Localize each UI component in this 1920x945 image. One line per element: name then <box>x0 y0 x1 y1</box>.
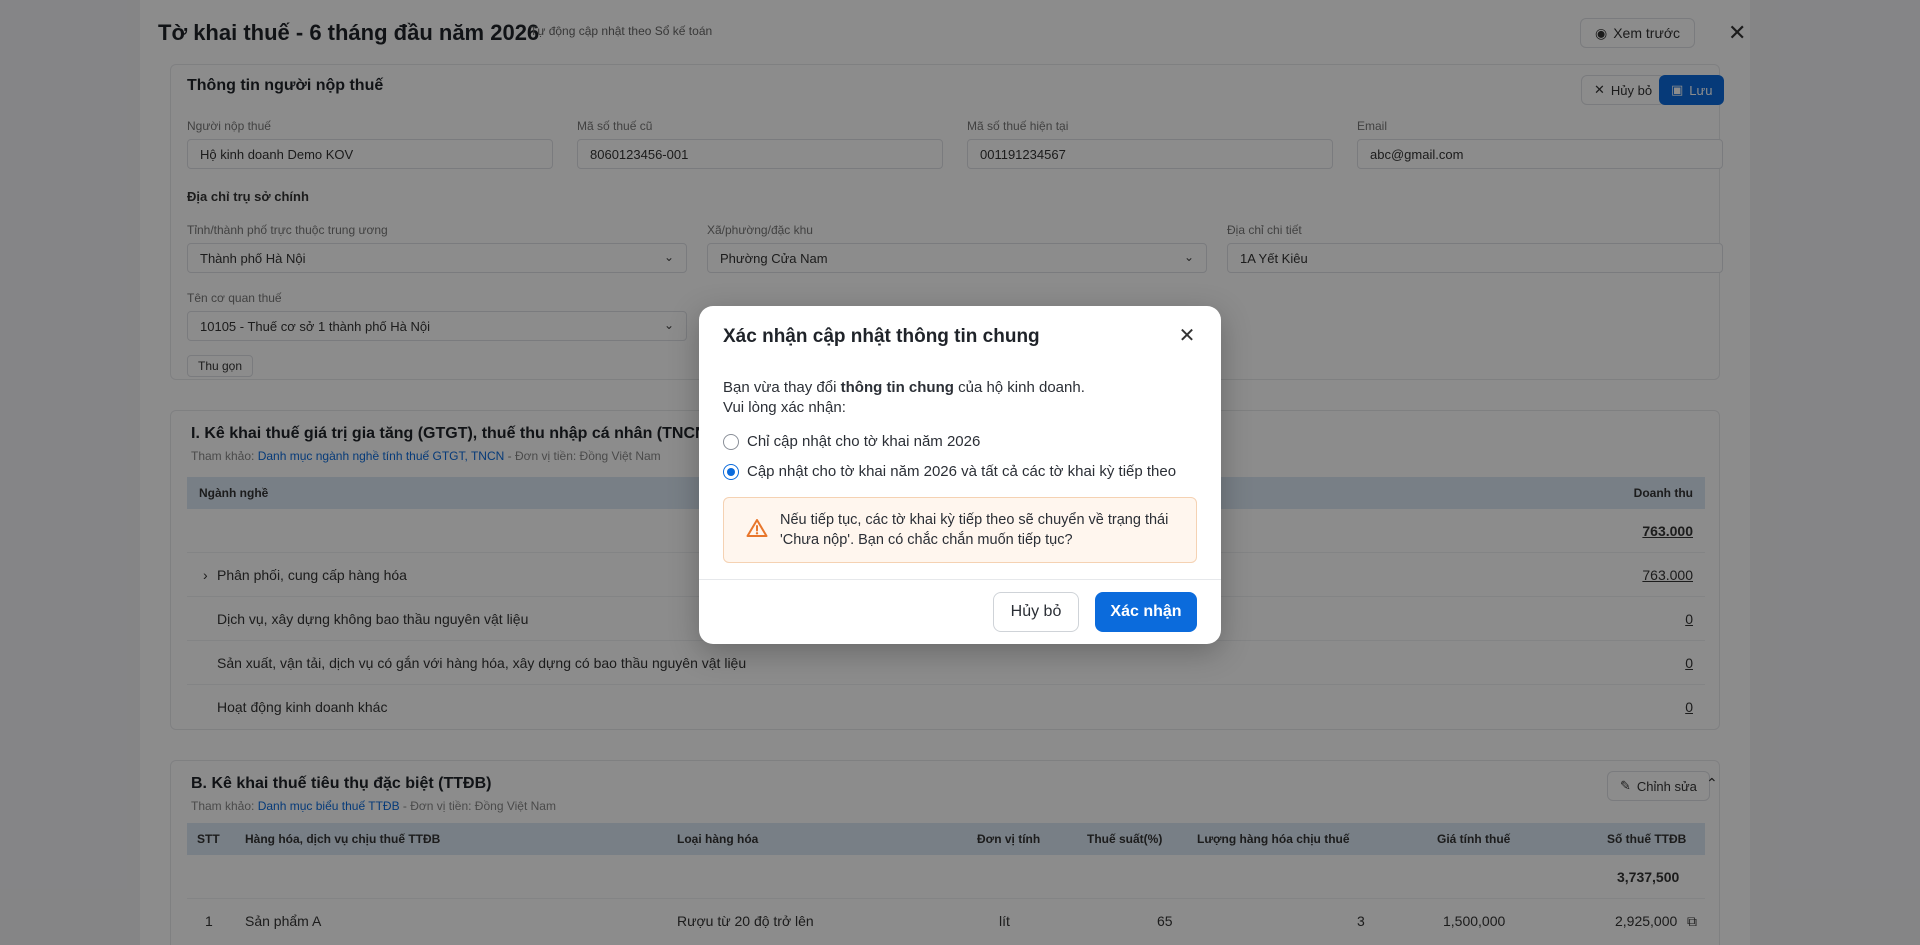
page: Tờ khai thuế - 6 tháng đầu năm 2026 Tự đ… <box>0 0 1920 945</box>
option-current-year[interactable]: Chỉ cập nhật cho tờ khai năm 2026 <box>723 433 980 450</box>
warning-text: Nếu tiếp tục, các tờ khai kỳ tiếp theo s… <box>780 512 1169 548</box>
divider <box>699 579 1221 580</box>
message-prefix: Bạn vừa thay đổi <box>723 379 841 396</box>
cancel-button[interactable]: Hủy bỏ <box>993 592 1079 632</box>
option1-label: Chỉ cập nhật cho tờ khai năm 2026 <box>747 433 981 450</box>
option-all-future[interactable]: Cập nhật cho tờ khai năm 2026 và tất cả … <box>723 463 1176 480</box>
radio-unchecked[interactable] <box>723 433 739 450</box>
message-suffix: của hộ kinh doanh. <box>953 379 1085 396</box>
dialog-message: Bạn vừa thay đổi thông tin chung của hộ … <box>723 378 1197 418</box>
confirm-dialog: Xác nhận cập nhật thông tin chung ✕ Bạn … <box>699 306 1221 644</box>
confirm-button[interactable]: Xác nhận <box>1095 592 1197 632</box>
warning-icon <box>746 519 768 537</box>
message-line2: Vui lòng xác nhận: <box>723 399 846 416</box>
close-icon[interactable]: ✕ <box>1177 326 1197 346</box>
dialog-title: Xác nhận cập nhật thông tin chung <box>723 326 1040 347</box>
message-bold: thông tin chung <box>840 379 954 396</box>
option2-label: Cập nhật cho tờ khai năm 2026 và tất cả … <box>747 463 1177 480</box>
radio-checked[interactable] <box>723 463 739 480</box>
warning-box: Nếu tiếp tục, các tờ khai kỳ tiếp theo s… <box>723 497 1197 563</box>
